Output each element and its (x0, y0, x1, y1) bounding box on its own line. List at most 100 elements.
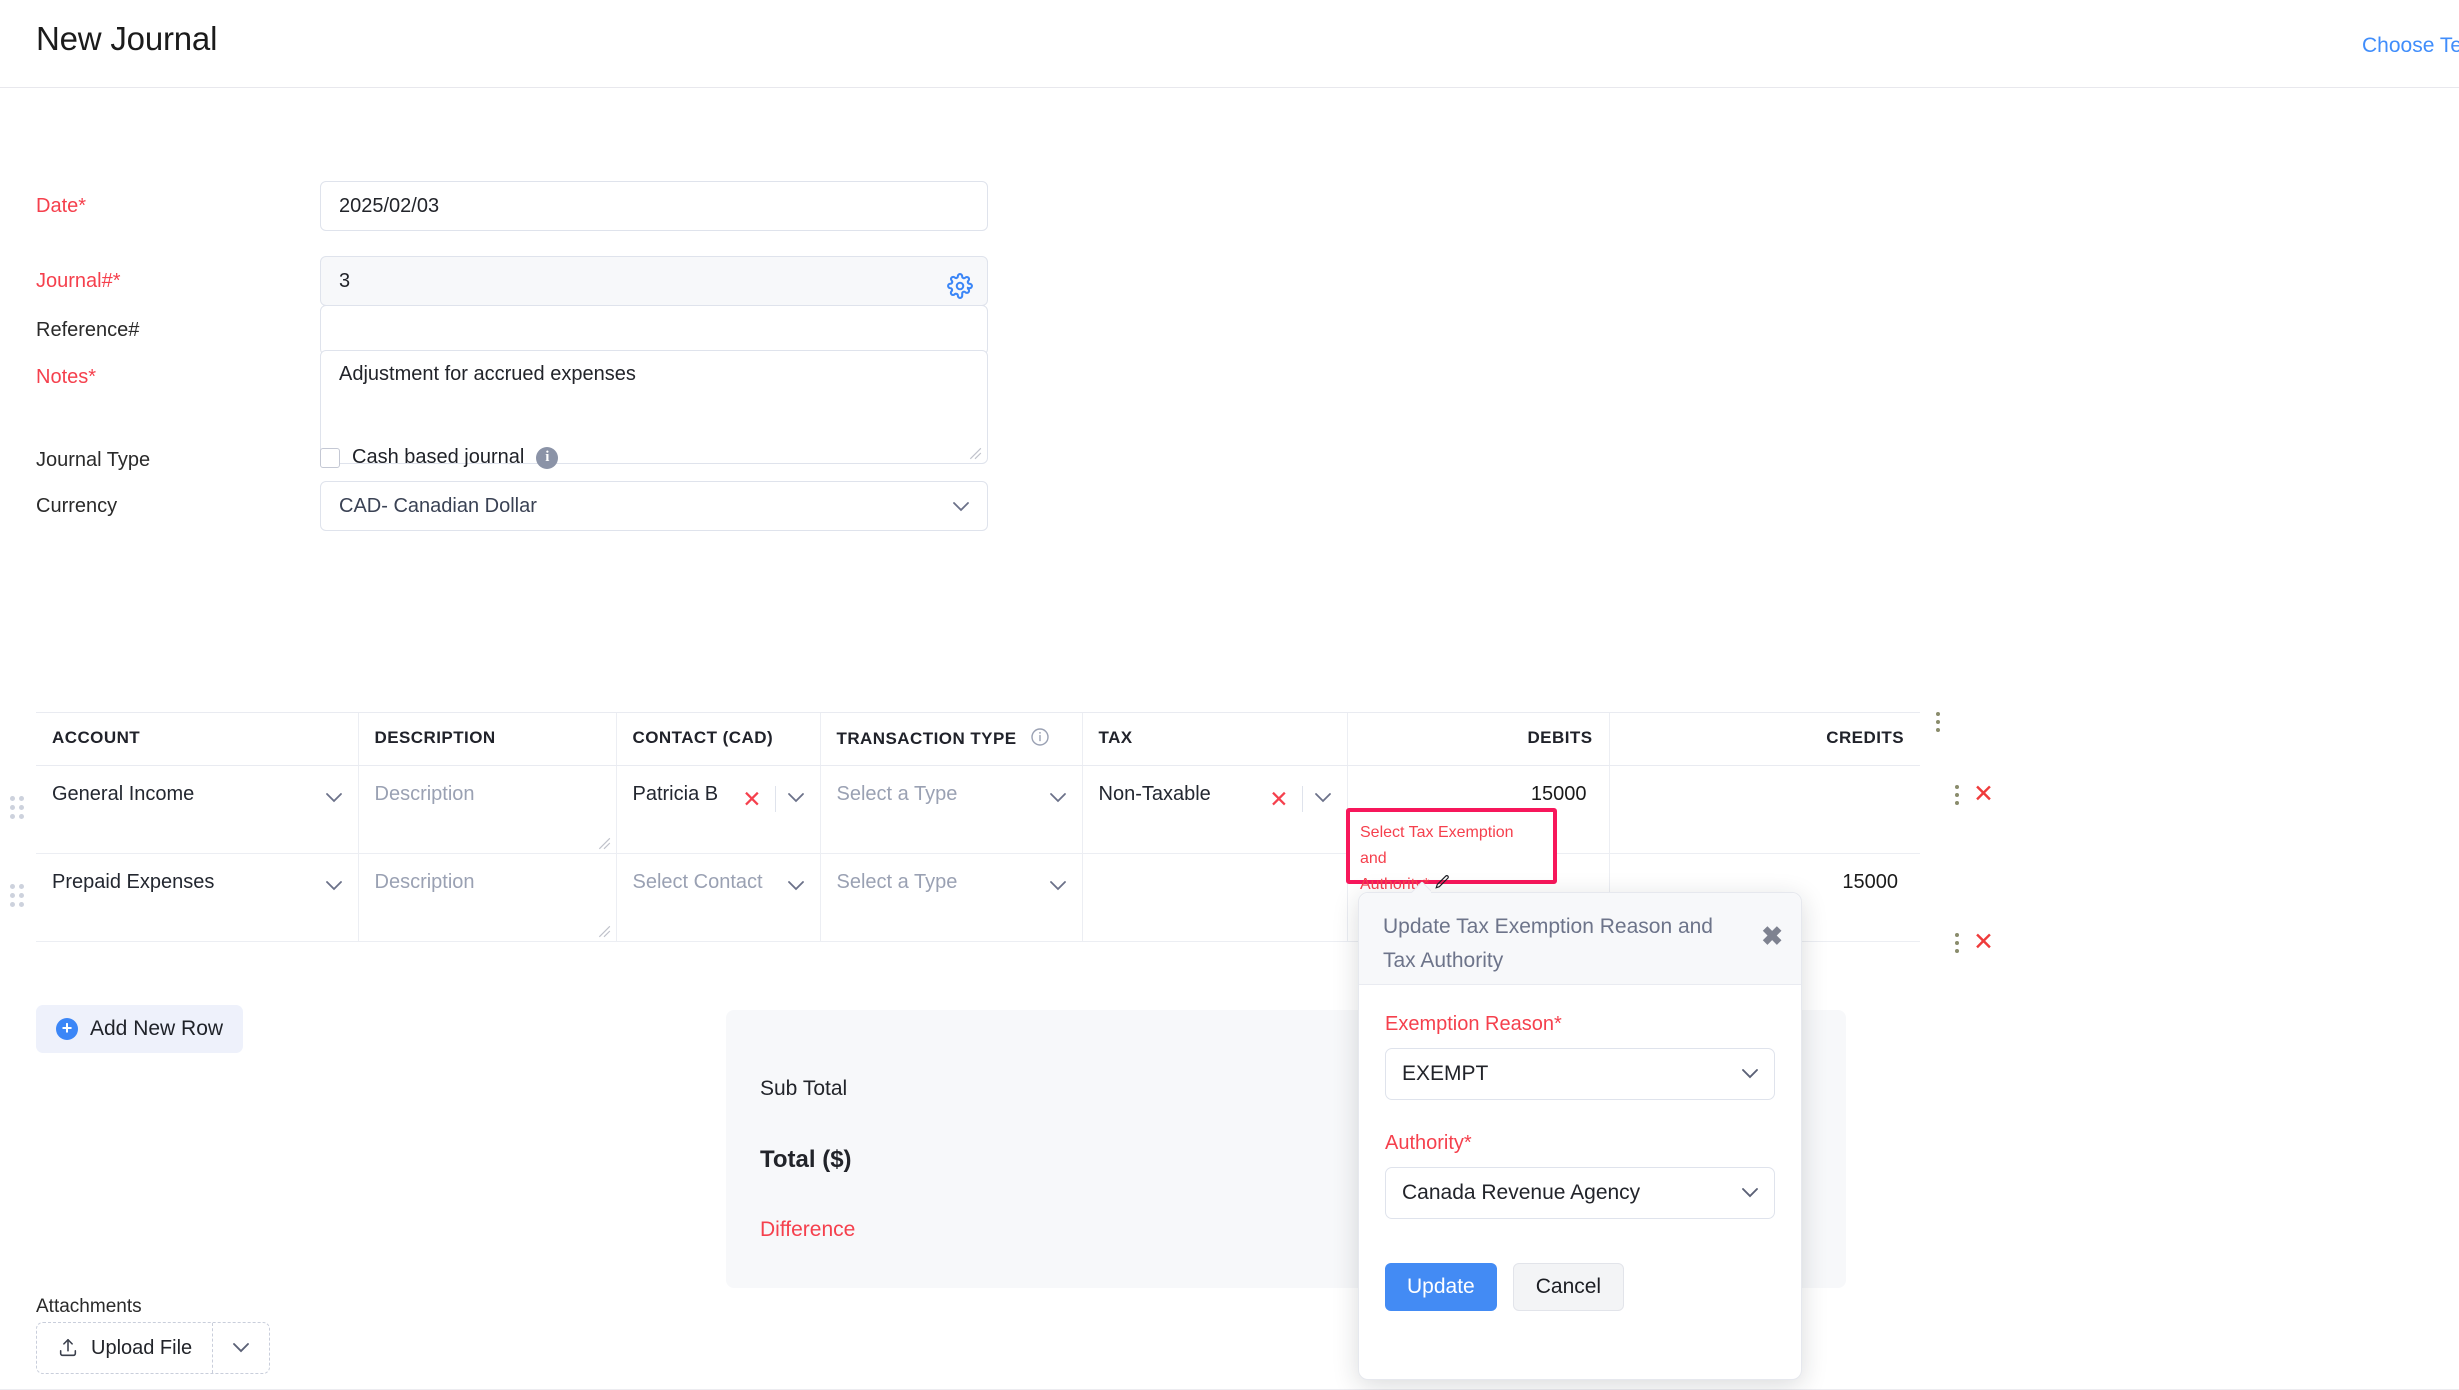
cell-description[interactable]: Description (357, 853, 616, 942)
clear-tax-icon-row1[interactable]: ✕ (1269, 786, 1288, 813)
journal-number-input[interactable]: 3 (320, 256, 988, 306)
reference-number-input[interactable] (320, 305, 988, 355)
column-header-account: ACCOUNT (36, 712, 358, 766)
transaction-type-value-row2: Select a Type (836, 871, 958, 893)
description-input-row1[interactable]: Description (359, 766, 616, 853)
column-header-debits: DEBITS (1346, 712, 1609, 766)
account-select-row2[interactable]: Prepaid Expenses (10, 854, 358, 941)
account-select-row1[interactable]: General Income (10, 766, 358, 853)
cancel-button[interactable]: Cancel (1512, 1263, 1625, 1311)
difference-label: Difference (760, 1218, 856, 1241)
resize-grip-icon[interactable] (968, 446, 982, 460)
clear-contact-icon-row1[interactable]: ✕ (742, 786, 761, 813)
authority-value: Canada Revenue Agency (1402, 1181, 1641, 1204)
page-title: New Journal (36, 20, 218, 57)
delete-row-icon[interactable]: ✕ (1973, 782, 1994, 807)
choose-template-link[interactable]: Choose Te (2362, 34, 2459, 58)
contact-value-row1: Patricia B (632, 783, 719, 805)
chevron-down-icon (953, 502, 969, 512)
column-header-credits: CREDITS (1608, 712, 1920, 766)
cell-tax[interactable] (1081, 853, 1347, 942)
cell-contact[interactable]: Select Contact (615, 853, 820, 942)
cash-based-journal-checkbox[interactable] (320, 447, 340, 468)
chevron-down-icon (1742, 1188, 1758, 1198)
add-new-row-button[interactable]: + Add New Row (36, 1005, 244, 1053)
authority-label: Authority* (1385, 1132, 1472, 1154)
plus-circle-icon: + (56, 1018, 78, 1040)
chevron-down-icon (1742, 1069, 1758, 1079)
sub-total-label: Sub Total (760, 1077, 848, 1100)
upload-icon (59, 1338, 77, 1357)
credits-input-row1[interactable] (1610, 766, 1921, 853)
exemption-reason-value: EXEMPT (1402, 1062, 1489, 1085)
chevron-down-icon (325, 881, 342, 891)
upload-file-button[interactable]: Upload File (37, 1323, 214, 1373)
contact-select-row2[interactable]: Select Contact (617, 854, 820, 941)
cell-account[interactable]: Prepaid Expenses (10, 853, 358, 942)
cell-transaction-type[interactable]: Select a Type (819, 853, 1082, 942)
column-header-transaction-type-label: TRANSACTION TYPE (836, 729, 1017, 748)
update-button[interactable]: Update (1385, 1263, 1497, 1311)
account-value-row1: General Income (52, 783, 195, 805)
table-header-row: ACCOUNT DESCRIPTION CONTACT (CAD) TRANSA… (36, 712, 1920, 766)
journal-number-value: 3 (339, 270, 351, 292)
tax-value-row1: Non-Taxable (1098, 783, 1211, 805)
popover-header: Update Tax Exemption Reason and Tax Auth… (1359, 893, 1801, 985)
table-options-button[interactable] (1936, 712, 1940, 732)
authority-select[interactable]: Canada Revenue Agency (1385, 1167, 1775, 1219)
cell-contact[interactable]: Patricia B ✕ (615, 765, 820, 854)
chevron-down-icon (787, 793, 804, 803)
tax-select-row1[interactable]: Non-Taxable ✕ (1083, 766, 1347, 853)
transaction-type-select-row2[interactable]: Select a Type (821, 854, 1082, 941)
cell-credits[interactable] (1608, 765, 1921, 854)
chevron-down-icon (1049, 881, 1066, 891)
notes-value: Adjustment for accrued expenses (339, 363, 636, 385)
description-placeholder-row1: Description (374, 783, 475, 805)
column-header-description: DESCRIPTION (357, 712, 616, 766)
currency-select[interactable]: CAD- Canadian Dollar (320, 481, 988, 531)
chevron-down-icon (787, 881, 804, 891)
attachments-label: Attachments (36, 1296, 142, 1317)
popover-title: Update Tax Exemption Reason and Tax Auth… (1383, 915, 1713, 972)
table-row: General Income Description Patricia B ✕ … (10, 765, 1921, 854)
info-icon[interactable] (1030, 727, 1050, 747)
cell-account[interactable]: General Income (10, 765, 358, 854)
drag-handle-icon[interactable] (10, 884, 26, 910)
date-input[interactable]: 2025/02/03 (320, 181, 988, 231)
kebab-menu-icon[interactable] (1955, 932, 1959, 953)
cell-tax[interactable]: Non-Taxable ✕ (1081, 765, 1347, 854)
column-header-contact: CONTACT (CAD) (615, 712, 820, 766)
resize-grip-icon[interactable] (597, 836, 611, 850)
exemption-reason-label: Exemption Reason* (1385, 1013, 1562, 1035)
cell-transaction-type[interactable]: Select a Type (819, 765, 1082, 854)
tax-exemption-warning[interactable]: Select Tax Exemption and Authority* (1346, 808, 1557, 893)
info-icon[interactable]: i (536, 446, 559, 469)
currency-value: CAD- Canadian Dollar (339, 495, 537, 517)
date-label: Date* (36, 195, 87, 217)
contact-value-row2: Select Contact (632, 871, 763, 893)
description-input-row2[interactable]: Description (359, 854, 616, 941)
drag-handle-icon[interactable] (10, 796, 26, 822)
cell-description[interactable]: Description (357, 765, 616, 854)
journal-number-label: Journal#* (36, 270, 121, 292)
close-icon[interactable]: ✖ (1761, 923, 1783, 949)
chevron-down-icon (1049, 793, 1066, 803)
upload-file-group: Upload File (36, 1322, 271, 1374)
account-value-row2: Prepaid Expenses (52, 871, 215, 893)
column-header-tax: TAX (1081, 712, 1347, 766)
popover-arrow (1411, 882, 1431, 893)
divider (1301, 786, 1303, 812)
kebab-menu-icon[interactable] (1955, 784, 1959, 805)
resize-grip-icon[interactable] (597, 924, 611, 938)
popover-actions: Update Cancel (1359, 1251, 1801, 1311)
exemption-reason-select[interactable]: EXEMPT (1385, 1048, 1775, 1100)
tax-select-row2[interactable] (1083, 854, 1347, 941)
total-label: Total ($) (760, 1146, 852, 1173)
delete-row-icon[interactable]: ✕ (1973, 930, 1994, 955)
journal-type-label: Journal Type (36, 449, 151, 471)
contact-select-row1[interactable]: Patricia B ✕ (617, 766, 820, 853)
upload-options-button[interactable] (213, 1323, 269, 1373)
popover-body: Exemption Reason* EXEMPT Authority* Cana… (1359, 985, 1801, 1219)
upload-file-label: Upload File (91, 1336, 193, 1359)
transaction-type-select-row1[interactable]: Select a Type (821, 766, 1082, 853)
